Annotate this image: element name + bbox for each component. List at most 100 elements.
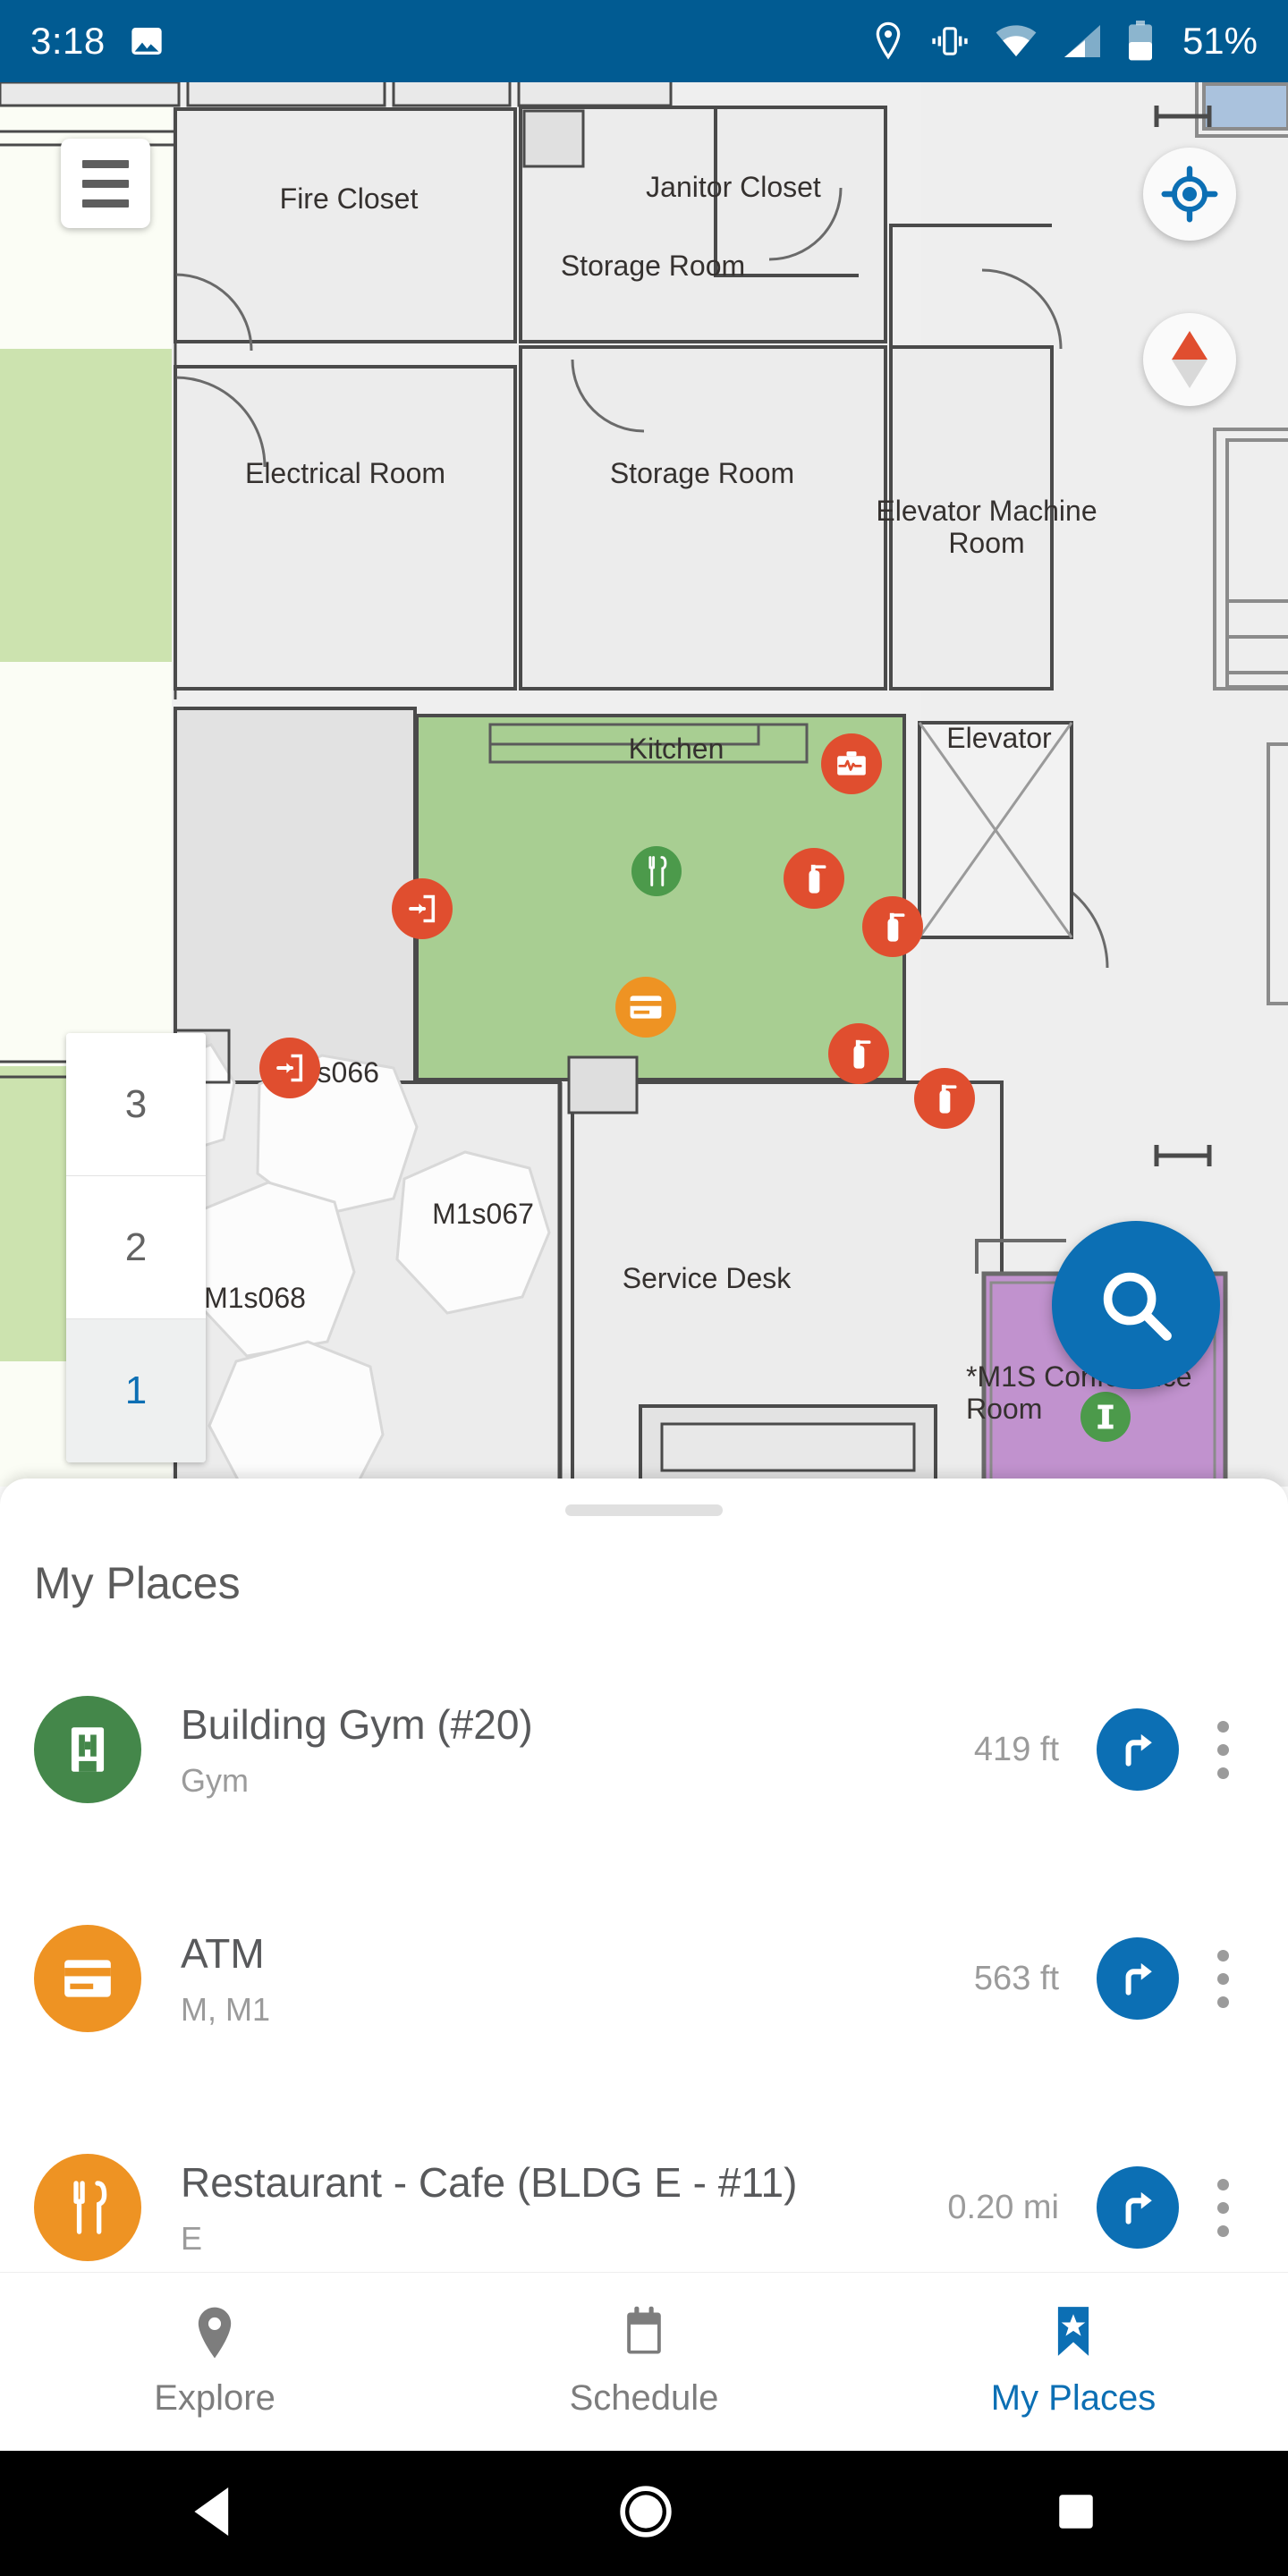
map-pin-icon [198, 2307, 232, 2359]
fire-extinguisher-marker[interactable] [862, 896, 923, 957]
fire-extinguisher-icon [853, 1039, 871, 1069]
directions-arrow-icon [1125, 1733, 1152, 1767]
exit-marker[interactable] [392, 878, 453, 939]
sheet-title: My Places [34, 1558, 241, 1608]
fire-extinguisher-marker[interactable] [914, 1068, 975, 1129]
exit-marker[interactable] [259, 1038, 320, 1098]
status-bar: 3:18 51% [0, 0, 1288, 82]
dot [1216, 1720, 1229, 1733]
search-icon [1103, 1272, 1172, 1341]
restaurant-icon [73, 2181, 107, 2234]
info-marker[interactable] [1080, 1392, 1131, 1442]
android-back-button[interactable] [190, 2484, 238, 2544]
back-triangle-icon [194, 2487, 229, 2536]
fire-extinguisher-marker[interactable] [784, 848, 844, 909]
first-aid-kit-icon [837, 751, 866, 775]
compass-needle-icon [1172, 331, 1208, 388]
my-places-bottom-sheet[interactable]: My Places Building Gym (#20) Gym 419 ft … [0, 1479, 1288, 2272]
recents-square-icon [1058, 2494, 1093, 2529]
floor-option-1[interactable]: 1 [66, 1319, 206, 1462]
place-distance: 563 ft [973, 1959, 1059, 1997]
home-circle-icon [620, 2485, 672, 2538]
place-name: ATM [181, 1929, 265, 1977]
first-aid-kit-marker[interactable] [821, 733, 882, 794]
nav-label-schedule: Schedule [569, 2378, 719, 2418]
avatar [34, 1925, 141, 2032]
android-recents-button[interactable] [1054, 2489, 1098, 2538]
hamburger-menu-button[interactable] [61, 139, 150, 228]
app-root: 3:18 51% Fire Closet Janitor Closet Stor… [0, 0, 1288, 2576]
more-options-button[interactable] [1191, 1720, 1254, 1779]
list-item-text: Building Gym (#20) Gym [181, 1701, 958, 1799]
floor-plan-map[interactable]: Fire Closet Janitor Closet Storage Room … [0, 82, 1288, 1487]
list-item[interactable]: Building Gym (#20) Gym 419 ft [0, 1635, 1288, 1864]
android-system-nav-bar [0, 2451, 1288, 2576]
dot [1216, 1949, 1229, 1962]
info-icon [1097, 1404, 1114, 1429]
status-bar-notification-icons [129, 23, 165, 59]
location-icon [876, 21, 901, 60]
dot [1216, 1743, 1229, 1756]
dot [1216, 2178, 1229, 2190]
directions-arrow-icon [1125, 1962, 1152, 1996]
status-bar-system-icons: 51% [871, 20, 1258, 63]
search-fab-button[interactable] [1052, 1221, 1220, 1389]
nav-tab-my-places[interactable]: My Places [859, 2273, 1288, 2451]
locate-me-button[interactable] [1143, 148, 1236, 241]
wifi-icon [996, 25, 1037, 56]
list-item[interactable]: ATM M, M1 563 ft [0, 1864, 1288, 2093]
directions-button[interactable] [1097, 1937, 1179, 2020]
place-distance: 0.20 mi [947, 2188, 1059, 2226]
list-item-text: Restaurant - Cafe (BLDG E - #11) E [181, 2159, 931, 2257]
place-name: Restaurant - Cafe (BLDG E - #11) [181, 2158, 798, 2206]
floor-option-3[interactable]: 3 [66, 1033, 206, 1176]
atm-card-icon [64, 1960, 111, 1997]
more-options-button[interactable] [1191, 2178, 1254, 2237]
dot [1216, 1767, 1229, 1779]
nav-label-my-places: My Places [990, 2378, 1157, 2418]
hamburger-line [82, 179, 129, 188]
android-home-button[interactable] [618, 2484, 674, 2544]
image-icon [131, 28, 162, 55]
vibrate-icon [932, 27, 968, 55]
nav-tab-explore[interactable]: Explore [0, 2273, 429, 2451]
battery-icon [1128, 21, 1152, 61]
avatar [34, 1696, 141, 1803]
avatar [34, 2154, 141, 2261]
places-list: Building Gym (#20) Gym 419 ft ATM M, M1 … [0, 1635, 1288, 2322]
bookmark-star-icon [1057, 2307, 1089, 2356]
fire-extinguisher-marker[interactable] [828, 1023, 889, 1084]
place-distance: 419 ft [973, 1730, 1059, 1768]
dot [1216, 2201, 1229, 2214]
floor-selector[interactable]: 3 2 1 [66, 1033, 206, 1462]
nav-tab-schedule[interactable]: Schedule [429, 2273, 859, 2451]
nav-label-explore: Explore [154, 2378, 275, 2418]
battery-percent-label: 51% [1182, 20, 1258, 62]
atm-card-icon [630, 996, 662, 1019]
dot [1216, 1996, 1229, 2008]
dot [1216, 2224, 1229, 2237]
list-item-text: ATM M, M1 [181, 1930, 958, 2028]
place-subtitle: M, M1 [181, 1990, 271, 2028]
place-name: Building Gym (#20) [181, 1700, 533, 1748]
hamburger-line [82, 199, 129, 208]
exit-door-icon [409, 894, 436, 923]
calendar-icon [627, 2306, 661, 2354]
directions-button[interactable] [1097, 2166, 1179, 2249]
more-options-button[interactable] [1191, 1949, 1254, 2008]
sheet-drag-handle[interactable] [565, 1504, 723, 1516]
gym-building-icon [71, 1727, 105, 1772]
atm-marker[interactable] [615, 977, 676, 1038]
floor-option-2[interactable]: 2 [66, 1176, 206, 1319]
directions-button[interactable] [1097, 1708, 1179, 1791]
hamburger-line [82, 159, 129, 168]
compass-button[interactable] [1143, 313, 1236, 406]
place-subtitle: E [181, 2219, 203, 2257]
fork-knife-icon [648, 856, 667, 886]
bottom-navigation-bar: Explore Schedule My Places [0, 2272, 1288, 2451]
fire-extinguisher-icon [809, 864, 826, 894]
restaurant-marker[interactable] [631, 846, 682, 896]
dot [1216, 1972, 1229, 1985]
cell-signal-icon [1063, 25, 1100, 57]
status-bar-clock: 3:18 [30, 20, 106, 62]
